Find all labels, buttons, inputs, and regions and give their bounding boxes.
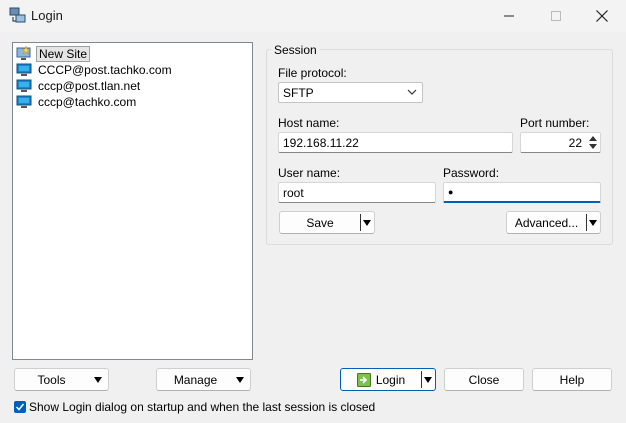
show-login-checkbox-label[interactable]: Show Login dialog on startup and when th… [29,400,375,414]
dropdown-arrow-icon [94,377,102,383]
site-item-label: cccp@post.tlan.net [38,79,141,93]
session-group-title: Session [271,43,320,57]
port-number-label: Port number: [520,116,590,130]
host-name-input[interactable]: 192.168.11.22 [278,132,513,153]
site-item-cccp-tachko[interactable]: cccp@tachko.com [16,94,138,110]
tools-button-label: Tools [37,372,66,387]
winscp-app-icon [9,7,27,25]
close-icon [596,10,608,22]
password-value: ● [448,187,454,197]
advanced-button[interactable]: Advanced... [506,211,601,234]
save-button[interactable]: Save [279,211,375,234]
manage-button[interactable]: Manage [156,368,251,391]
maximize-button[interactable] [533,0,579,32]
file-protocol-select[interactable]: SFTP [278,82,423,103]
site-tree[interactable]: New Site CCCP@post.tachko.com cccp@post.… [12,42,253,360]
computer-icon [16,95,32,108]
split-divider [360,214,361,231]
save-button-label: Save [306,215,334,230]
split-divider [421,371,422,388]
chevron-down-icon [407,89,417,95]
checkmark-icon [15,403,25,411]
dropdown-arrow-icon [236,377,244,383]
site-item-label: cccp@tachko.com [38,95,137,109]
user-name-input[interactable]: root [278,182,436,203]
window-title: Login [31,8,63,23]
computer-icon [16,79,32,92]
password-input[interactable]: ● [443,182,601,203]
login-icon [356,372,371,387]
port-number-input[interactable]: 22 [520,132,601,153]
maximize-icon [551,11,561,21]
minimize-icon [504,15,514,17]
minimize-button[interactable] [486,0,532,32]
file-protocol-label: File protocol: [278,66,347,80]
dropdown-arrow-icon[interactable] [589,220,597,226]
dropdown-arrow-icon[interactable] [424,377,432,383]
password-label: Password: [443,166,500,180]
host-name-label: Host name: [278,116,340,130]
site-item-cccp-post-tlan[interactable]: cccp@post.tlan.net [16,78,142,94]
spin-up-icon[interactable] [587,134,599,143]
site-item-label: New Site [36,46,91,62]
user-name-value: root [283,185,304,200]
port-spinner[interactable] [587,134,599,151]
spin-down-icon[interactable] [587,143,599,152]
login-button-label: Login [375,372,406,387]
computer-icon [16,63,32,76]
close-window-button[interactable] [579,0,625,32]
site-item-cccp-post-tachko[interactable]: CCCP@post.tachko.com [16,62,174,78]
site-item-new-site[interactable]: New Site [16,46,91,62]
user-name-label: User name: [278,166,341,180]
split-divider [586,214,587,231]
login-button[interactable]: Login [340,368,436,391]
dropdown-arrow-icon[interactable] [363,220,371,226]
new-site-icon [16,46,31,60]
file-protocol-value: SFTP [283,85,314,100]
host-name-value: 192.168.11.22 [283,135,359,150]
help-button-label: Help [559,372,585,387]
port-number-value: 22 [568,135,582,150]
site-item-label: CCCP@post.tachko.com [38,63,172,77]
advanced-button-label: Advanced... [514,215,579,230]
manage-button-label: Manage [173,372,218,387]
close-button-label: Close [468,372,500,387]
show-login-checkbox[interactable] [14,401,26,413]
help-button[interactable]: Help [532,368,612,391]
close-button[interactable]: Close [444,368,524,391]
tools-button[interactable]: Tools [14,368,109,391]
